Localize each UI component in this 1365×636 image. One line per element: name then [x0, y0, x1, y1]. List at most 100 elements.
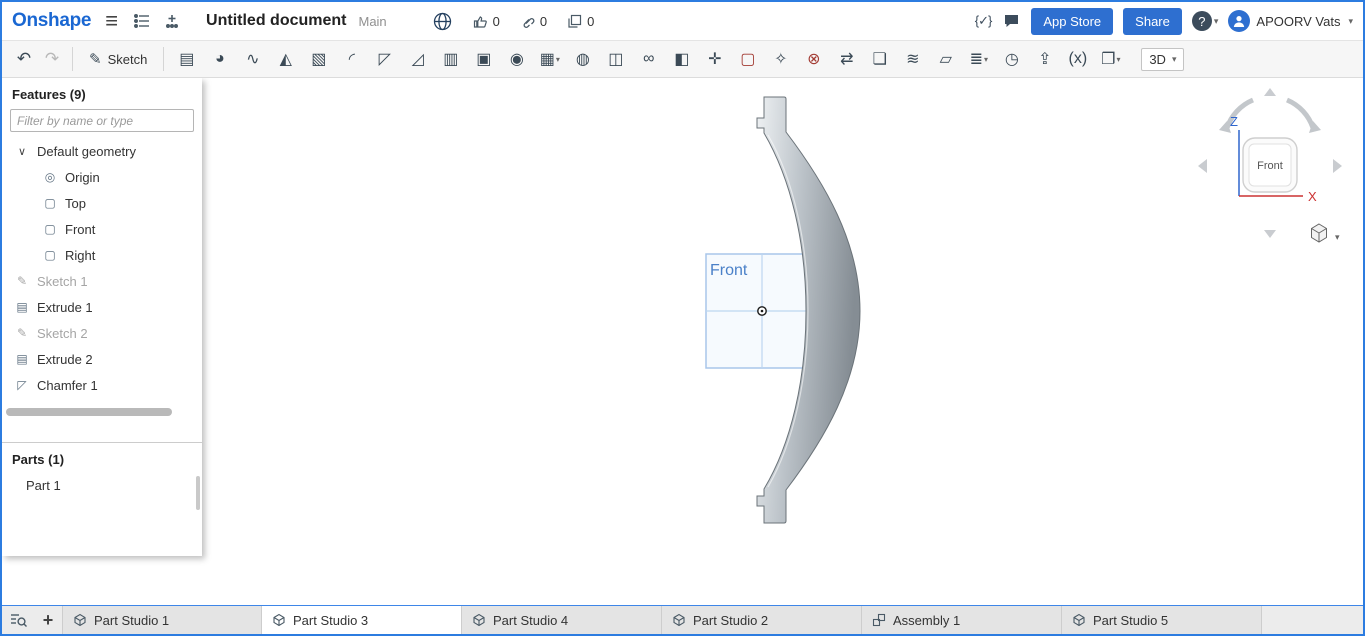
tab-part-studio-1[interactable]: Part Studio 1: [62, 606, 262, 634]
move-face-button[interactable]: ⇄: [830, 45, 863, 73]
variable-button[interactable]: (x): [1061, 45, 1094, 73]
workspace-name[interactable]: Main: [358, 14, 386, 29]
delete-face-button[interactable]: ⊗: [797, 45, 830, 73]
featurescript-notices-icon[interactable]: {✓}: [975, 13, 993, 29]
fill-surface-button[interactable]: ▱: [929, 45, 962, 73]
mirror-icon: ◫: [608, 51, 624, 68]
onshape-logo[interactable]: Onshape: [12, 10, 92, 32]
tree-item-origin[interactable]: ◎ Origin: [2, 164, 202, 190]
transform-button[interactable]: ✛: [698, 45, 731, 73]
tab-part-studio-5[interactable]: Part Studio 5: [1062, 606, 1262, 634]
sketch-label: Sketch: [107, 51, 148, 67]
tab-label: Assembly 1: [893, 612, 961, 628]
export-button[interactable]: ⇪: [1028, 45, 1061, 73]
tab-part-studio-2[interactable]: Part Studio 2: [662, 606, 862, 634]
boolean-button[interactable]: ∞: [632, 45, 665, 73]
rotate-right-arrow-icon[interactable]: [1285, 97, 1316, 129]
rotate-up-arrow-icon[interactable]: [1264, 88, 1276, 96]
link-stat[interactable]: 0: [520, 14, 547, 29]
user-menu[interactable]: APOORV Vats ▾: [1228, 10, 1353, 32]
extrude-button[interactable]: ▤: [170, 45, 203, 73]
chamfer-button[interactable]: ◸: [368, 45, 401, 73]
help-menu[interactable]: ? ▾: [1191, 11, 1218, 31]
fork-stat[interactable]: 0: [567, 14, 594, 29]
feature-toolbar: ↶ ↷ ✎ Sketch ▤ ◕ ∿ ◭ ▧ ◜ ◸ ◿ ▥ ▣ ◉ ▦ ▾ ◍ ◫ ∞ ◧ ✛ ▢ ✧ ⊗ ⇄ ❏ ≋ ▱ ≣ ▾…: [2, 40, 1363, 78]
draft-button[interactable]: ◿: [401, 45, 434, 73]
tree-item-chamfer-1[interactable]: ◸ Chamfer 1: [2, 372, 202, 398]
vertical-scrollbar[interactable]: [196, 476, 200, 510]
like-stat[interactable]: 0: [473, 14, 500, 29]
rotate-right-step-icon[interactable]: [1333, 159, 1342, 173]
view-3d-label: 3D: [1149, 51, 1166, 67]
header: Onshape ≡ Untitled document Main 0 0 0 {…: [2, 2, 1363, 40]
revolve-button[interactable]: ◕: [203, 45, 236, 73]
rotate-left-step-icon[interactable]: [1198, 159, 1207, 173]
thicken-button[interactable]: ▧: [302, 45, 335, 73]
export-icon: ⇪: [1038, 51, 1052, 68]
comment-icon[interactable]: [1001, 11, 1021, 31]
tree-item-extrude-1[interactable]: ▤ Extrude 1: [2, 294, 202, 320]
fillet-button[interactable]: ◜: [335, 45, 368, 73]
chamfer-icon: ◸: [378, 51, 391, 68]
linear-pattern-button[interactable]: ▦ ▾: [533, 45, 566, 73]
replace-face-button[interactable]: ❏: [863, 45, 896, 73]
delete-face-icon: ⊗: [807, 51, 821, 68]
redo-button[interactable]: ↷: [38, 45, 66, 73]
assembly-icon: [872, 613, 886, 627]
tree-item-default-geometry[interactable]: ∨ Default geometry: [2, 138, 202, 164]
split-button[interactable]: ◧: [665, 45, 698, 73]
delete-part-button[interactable]: ▢: [731, 45, 764, 73]
tree-item-extrude-2[interactable]: ▤ Extrude 2: [2, 346, 202, 372]
tree-label: Sketch 2: [37, 325, 88, 341]
tree-item-top-plane[interactable]: ▢ Top: [2, 190, 202, 216]
view-mode-3d-button[interactable]: 3D ▾: [1141, 47, 1185, 71]
chevron-down-icon[interactable]: ▾: [1335, 232, 1340, 242]
globe-icon[interactable]: [433, 11, 453, 31]
model-canvas[interactable]: Front: [2, 78, 1363, 605]
tree-item-front-plane[interactable]: ▢ Front: [2, 216, 202, 242]
feature-tree: ∨ Default geometry ◎ Origin ▢ Top ▢ Fron…: [2, 138, 202, 398]
sheet-metal-button[interactable]: ❐ ▾: [1094, 45, 1127, 73]
mirror-button[interactable]: ◫: [599, 45, 632, 73]
view-cube[interactable]: Front Z X ▾: [1177, 84, 1357, 254]
undo-button[interactable]: ↶: [10, 45, 38, 73]
tab-part-studio-3[interactable]: Part Studio 3: [262, 606, 462, 634]
part-list-item[interactable]: Part 1: [2, 472, 202, 498]
hole-button[interactable]: ◉: [500, 45, 533, 73]
tree-item-right-plane[interactable]: ▢ Right: [2, 242, 202, 268]
tab-assembly-1[interactable]: Assembly 1: [862, 606, 1062, 634]
rotate-down-arrow-icon[interactable]: [1264, 230, 1276, 238]
helix-button[interactable]: ◷: [995, 45, 1028, 73]
tree-item-sketch-2[interactable]: ✎ Sketch 2: [2, 320, 202, 346]
search-tabs-icon[interactable]: [2, 606, 34, 634]
circular-pattern-button[interactable]: ◍: [566, 45, 599, 73]
filter-input[interactable]: [10, 109, 194, 132]
tab-label: Part Studio 5: [1093, 612, 1169, 628]
sketch-button[interactable]: ✎ Sketch: [79, 46, 157, 72]
extrude-icon: ▤: [179, 51, 195, 68]
rib-button[interactable]: ▥: [434, 45, 467, 73]
extrude-icon: ▤: [16, 352, 28, 366]
part-studio-icon: [473, 613, 485, 627]
offset-surface-button[interactable]: ≋: [896, 45, 929, 73]
chevron-down-icon: ▾: [1116, 54, 1121, 64]
tab-part-studio-4[interactable]: Part Studio 4: [462, 606, 662, 634]
tree-item-sketch-1[interactable]: ✎ Sketch 1: [2, 268, 202, 294]
modify-fillet-button[interactable]: ✧: [764, 45, 797, 73]
sweep-button[interactable]: ∿: [236, 45, 269, 73]
loft-button[interactable]: ◭: [269, 45, 302, 73]
document-title[interactable]: Untitled document: [206, 12, 346, 30]
versions-icon[interactable]: [132, 11, 152, 31]
origin-marker[interactable]: [757, 306, 767, 316]
app-store-button[interactable]: App Store: [1031, 7, 1114, 35]
sheet-metal-icon: ❐: [1101, 51, 1116, 68]
insert-element-icon[interactable]: [162, 11, 182, 31]
view-options-dropdown[interactable]: [1311, 223, 1327, 243]
appearance-button[interactable]: ≣ ▾: [962, 45, 995, 73]
add-tab-button[interactable]: +: [34, 606, 62, 634]
shell-button[interactable]: ▣: [467, 45, 500, 73]
share-button[interactable]: Share: [1123, 7, 1182, 35]
chevron-down-icon[interactable]: ∨: [14, 145, 30, 158]
horizontal-scrollbar[interactable]: [6, 408, 172, 416]
hamburger-menu-icon[interactable]: ≡: [101, 10, 122, 32]
